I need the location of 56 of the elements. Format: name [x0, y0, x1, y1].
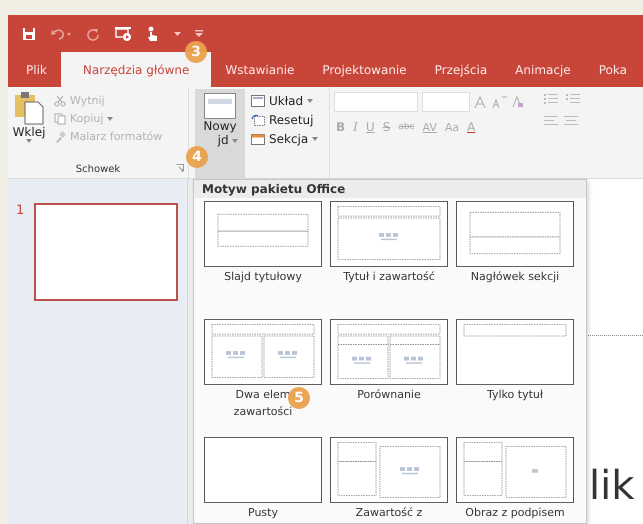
slide-tool-button[interactable]: Sekcja [249, 131, 320, 147]
save-icon[interactable] [22, 26, 36, 40]
font-format-button[interactable]: Aa [444, 120, 460, 134]
caret-icon [107, 116, 114, 120]
group-label: Schowek [76, 164, 120, 174]
font-format-button[interactable]: abc [398, 122, 415, 132]
layout-option[interactable]: Porównanie [326, 319, 452, 429]
font-format-button[interactable]: S [382, 120, 390, 134]
paste-button[interactable]: Wklej [10, 91, 48, 160]
layout-option[interactable]: Tytuł i zawartość [326, 201, 452, 311]
undo-icon[interactable] [50, 26, 72, 40]
presentation-icon[interactable] [114, 26, 132, 42]
font-size-icon[interactable] [474, 95, 508, 109]
gallery-heading: Motyw pakietu Office [194, 180, 586, 198]
font-format-button[interactable]: I [353, 120, 358, 134]
ribbon-tab[interactable]: Przejścia [420, 52, 502, 87]
layout-option[interactable]: Zawartość z [326, 437, 452, 524]
caret-icon [26, 139, 32, 143]
slide-tool-button[interactable]: Układ [249, 93, 320, 109]
font-name-field[interactable] [334, 92, 418, 112]
caret-icon [312, 137, 318, 141]
caret-icon [232, 138, 238, 143]
slide-tool-button[interactable]: Resetuj [249, 112, 320, 128]
dialog-launcher-icon[interactable] [176, 164, 184, 172]
font-format-button[interactable]: AV [422, 120, 437, 134]
touch-icon[interactable] [146, 26, 160, 42]
ribbon-tab[interactable]: Poka [584, 52, 641, 87]
font-format-button[interactable]: B [336, 120, 346, 134]
ribbon-tab[interactable]: Plik [12, 52, 61, 87]
layout-option[interactable]: Tylko tytuł [452, 319, 578, 429]
clipboard-icon [14, 91, 44, 125]
font-format-button[interactable]: U [366, 120, 375, 134]
slide-thumbnail[interactable] [34, 203, 178, 301]
layout-icon [251, 95, 265, 107]
layout-option[interactable]: Obraz z podpisem [452, 437, 578, 524]
ribbon-tab[interactable]: Projektowanie [308, 52, 421, 87]
dropdown-arrow-icon[interactable] [174, 32, 181, 36]
layout-option[interactable]: Slajd tytułowy [200, 201, 326, 311]
font-size-field[interactable] [422, 92, 470, 112]
reset-icon [251, 114, 265, 126]
redo-icon[interactable] [86, 26, 100, 40]
section-icon [251, 133, 265, 145]
font-format-button[interactable]: A [467, 120, 476, 134]
customize-toolbar-icon[interactable] [195, 30, 203, 38]
copy-icon [54, 112, 66, 124]
slide-number: 1 [16, 203, 24, 218]
layout-option[interactable]: Nagłówek sekcji [452, 201, 578, 311]
ribbon-tab[interactable]: Wstawianie [211, 52, 308, 87]
layout-option[interactable]: Pusty [200, 437, 326, 524]
slide-icon [204, 93, 236, 119]
caret-icon [307, 99, 314, 103]
ribbon-tab[interactable]: Animacje [501, 52, 585, 87]
scissors-icon [54, 94, 66, 106]
slide-placeholder-text[interactable]: lik [587, 466, 634, 506]
clear-format-icon[interactable] [512, 95, 524, 109]
brush-icon [54, 130, 66, 142]
